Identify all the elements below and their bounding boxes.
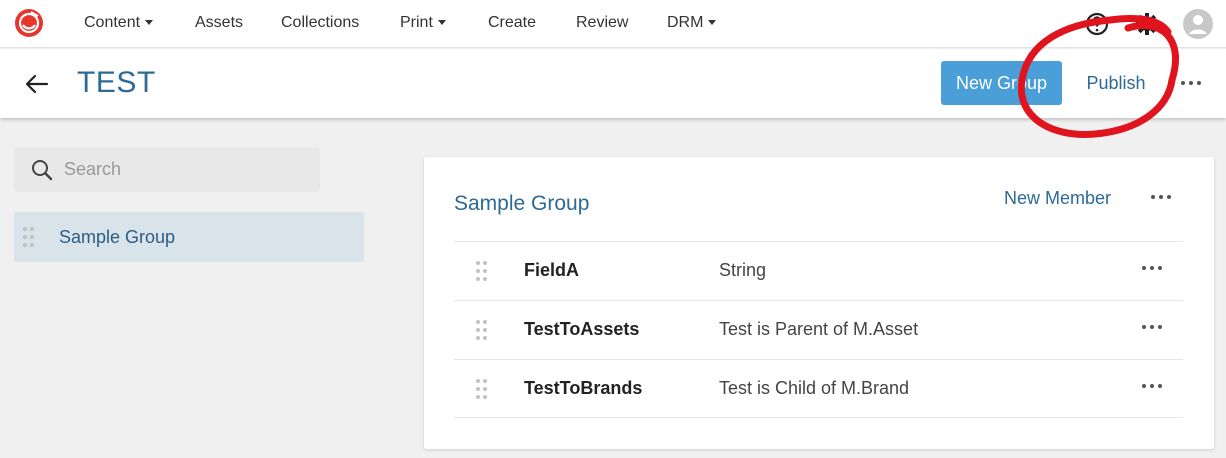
card-title: Sample Group: [454, 192, 590, 215]
chevron-down-icon: [437, 20, 446, 25]
table-row[interactable]: TestToAssets Test is Parent of M.Asset: [454, 300, 1183, 359]
nav-collections[interactable]: Collections: [281, 14, 359, 32]
field-type: Test is Child of M.Brand: [719, 378, 910, 398]
search-input[interactable]: [64, 147, 314, 192]
page-title: TEST: [77, 66, 156, 99]
nav-print[interactable]: Print: [400, 14, 446, 32]
new-member-button[interactable]: New Member: [1004, 185, 1111, 211]
group-card: Sample Group New Member FieldA String Te…: [424, 157, 1214, 449]
nav-assets-label: Assets: [195, 14, 244, 31]
drag-handle-icon[interactable]: [476, 379, 488, 399]
nav-create-label: Create: [488, 14, 537, 31]
nav-review[interactable]: Review: [576, 14, 628, 32]
avatar-icon[interactable]: [1183, 9, 1213, 39]
table-row[interactable]: TestToBrands Test is Child of M.Brand: [454, 359, 1183, 418]
row-more-icon[interactable]: [1140, 262, 1164, 274]
nav-content[interactable]: Content: [84, 14, 154, 32]
field-type: Test is Parent of M.Asset: [719, 319, 919, 339]
nav-collections-label: Collections: [281, 14, 360, 31]
chevron-down-icon: [145, 20, 154, 25]
nav-print-label: Print: [400, 14, 433, 31]
back-arrow-icon[interactable]: [22, 69, 52, 99]
header-more-icon[interactable]: [1179, 77, 1203, 89]
nav-drm-label: DRM: [667, 14, 704, 31]
sidebar-item-label: Sample Group: [59, 227, 176, 247]
publish-button[interactable]: Publish: [1072, 61, 1160, 105]
nav-review-label: Review: [576, 14, 629, 31]
row-more-icon[interactable]: [1140, 380, 1164, 392]
drag-handle-icon[interactable]: [476, 261, 488, 281]
nav-assets[interactable]: Assets: [195, 14, 243, 32]
chevron-down-icon: [708, 20, 717, 25]
help-icon[interactable]: [1082, 9, 1112, 39]
card-more-icon[interactable]: [1149, 191, 1173, 203]
new-group-button[interactable]: New Group: [941, 61, 1062, 105]
nav-drm[interactable]: DRM: [667, 14, 717, 32]
sidebar-item-sample-group[interactable]: Sample Group: [14, 212, 364, 262]
field-name: FieldA: [524, 260, 580, 280]
field-name: TestToAssets: [524, 319, 640, 339]
gear-icon[interactable]: [1132, 9, 1162, 39]
drag-handle-icon[interactable]: [23, 227, 35, 247]
drag-handle-icon[interactable]: [476, 320, 488, 340]
search-icon: [32, 160, 53, 181]
table-row[interactable]: FieldA String: [454, 241, 1183, 300]
top-navigation: Content Assets Collections Print Create …: [0, 0, 1226, 48]
nav-content-label: Content: [84, 14, 141, 31]
row-more-icon[interactable]: [1140, 321, 1164, 333]
field-name: TestToBrands: [524, 378, 643, 398]
page-header: TEST New Group Publish: [0, 49, 1226, 118]
logo-icon[interactable]: [14, 8, 44, 38]
nav-create[interactable]: Create: [488, 14, 536, 32]
field-type: String: [719, 260, 767, 280]
search-box: [14, 147, 320, 192]
